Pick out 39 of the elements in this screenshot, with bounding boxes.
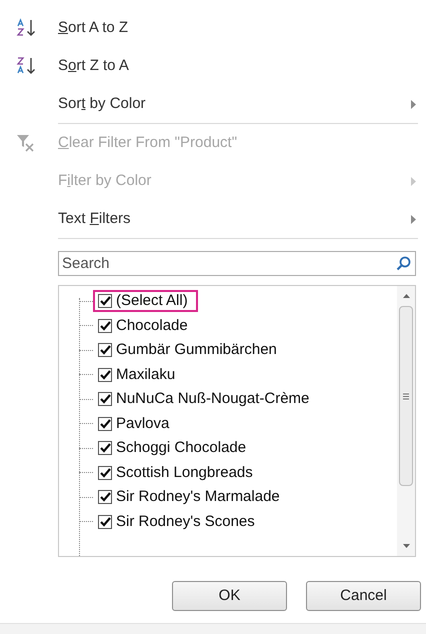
value-label: Maxilaku	[116, 364, 176, 384]
menu-item[interactable]: Text Filters	[0, 200, 426, 238]
scroll-up-icon[interactable]	[402, 294, 410, 298]
checkbox[interactable]	[98, 466, 112, 480]
sort-ascending-icon	[16, 18, 38, 38]
checkbox[interactable]	[98, 368, 112, 382]
submenu-arrow-icon	[411, 100, 416, 108]
menu-item[interactable]: Sort A to Z	[0, 9, 426, 47]
dialog-button[interactable]: OK	[172, 581, 287, 611]
menu-item[interactable]: Sort Z to A	[0, 47, 426, 85]
checkbox[interactable]	[98, 318, 112, 333]
submenu-arrow-icon	[411, 176, 416, 186]
value-label: Chocolade	[116, 316, 188, 336]
value-label: Sir Rodney's Scones	[116, 512, 255, 532]
checkbox[interactable]	[98, 392, 112, 406]
checkbox[interactable]	[98, 514, 112, 529]
submenu-arrow-icon	[411, 214, 416, 224]
checkbox[interactable]	[98, 294, 112, 308]
search-icon	[396, 256, 411, 271]
value-label: Scottish Longbreads	[116, 462, 253, 482]
menu-item[interactable]: Sort by Color	[0, 85, 426, 123]
scroll-down-icon[interactable]	[402, 544, 410, 548]
search-field[interactable]: Search	[58, 251, 416, 276]
checkbox[interactable]	[98, 416, 112, 431]
scrollbar[interactable]	[397, 286, 415, 556]
grip-icon	[403, 392, 409, 400]
value-label: Sir Rodney's Marmalade	[116, 487, 280, 507]
value-label: NuNuCa Nuß-Nougat-Crème	[116, 389, 310, 409]
value-label: Schoggi Chocolade	[116, 438, 246, 458]
scrollbar-thumb[interactable]	[399, 306, 413, 486]
value-label: (Select All)	[116, 291, 188, 311]
checkbox[interactable]	[98, 343, 112, 358]
value-label: Pavlova	[116, 414, 170, 434]
dialog-button[interactable]: Cancel	[306, 581, 421, 611]
value-label: Gumbär Gummibärchen	[116, 340, 277, 360]
checkbox[interactable]	[98, 441, 112, 456]
checkbox[interactable]	[98, 490, 112, 504]
sort-descending-icon	[16, 56, 38, 76]
clear-filter-icon	[16, 134, 36, 152]
